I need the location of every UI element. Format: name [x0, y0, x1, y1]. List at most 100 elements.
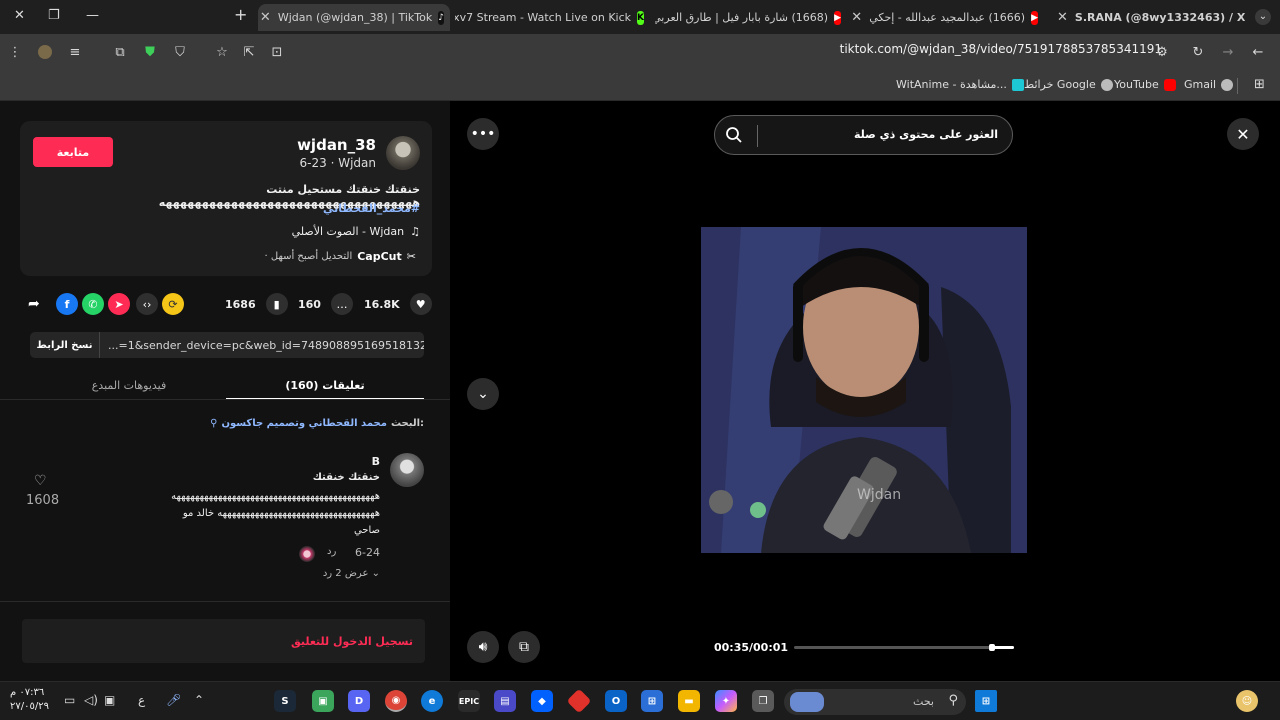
creator-liked-avatar	[299, 546, 315, 562]
menu-icon[interactable]: ⋮	[6, 43, 24, 61]
back-icon[interactable]: →	[1219, 43, 1237, 61]
minimize-window-icon[interactable]: —	[86, 8, 99, 23]
video-player[interactable]: العثور على محتوى ذي صلة Wjdan 00:35/00:0…	[701, 101, 1027, 681]
outlook-icon[interactable]: O	[605, 690, 627, 712]
more-options-button[interactable]: •••	[467, 118, 499, 150]
all-bookmarks-icon[interactable]: ⊞	[1254, 77, 1265, 92]
author-username[interactable]: wjdan_38	[297, 136, 376, 154]
commenter-avatar[interactable]	[390, 453, 424, 487]
view-replies-button[interactable]: عرض 2 رد ⌄	[323, 568, 380, 579]
related-search-query: محمد القحطاني وتصميم جاكسون	[221, 418, 387, 429]
related-search[interactable]: ⚲ محمد القحطاني وتصميم جاكسون البحث:	[210, 418, 424, 429]
copilot-icon[interactable]: ✦	[715, 690, 737, 712]
shield-green-icon[interactable]: ⛊	[141, 43, 159, 61]
floating-player-button[interactable]: ⧉	[508, 631, 540, 663]
translate-icon[interactable]: ⊡	[268, 43, 286, 61]
share-link-text[interactable]: ...=1&sender_device=pc&web_id=7489088951…	[100, 339, 424, 352]
tab-youtube-1668[interactable]: ▶ (1668) شارة بابار فيل | طارق العربي ✕	[655, 4, 847, 31]
share-icon[interactable]: ⇱	[240, 43, 258, 61]
floating-player-icon: ⧉	[519, 639, 529, 655]
media-icon[interactable]: ≡	[66, 43, 84, 61]
forward-icon[interactable]: ←	[1249, 43, 1267, 61]
progress-knob[interactable]	[989, 644, 995, 651]
input-language[interactable]: ع	[138, 693, 145, 707]
comment-action[interactable]: 160 …	[298, 293, 353, 315]
extension-icon[interactable]	[36, 43, 54, 61]
witanime-icon	[1011, 78, 1024, 91]
windows-start-icon[interactable]: ⊞	[975, 690, 997, 712]
network-icon[interactable]: ▣	[104, 693, 115, 707]
tab-youtube-1666[interactable]: ▶ (1666) عبدالمجيد عبدالله - إحكي ✕	[852, 4, 1044, 31]
search-placeholder: العثور على محتوى ذي صلة	[853, 128, 998, 141]
dropbox-icon[interactable]: ◆	[531, 690, 553, 712]
tab-tiktok[interactable]: ♪ Wjdan (@wjdan_38) | TikTok ✕	[258, 4, 450, 31]
video-progress-bar[interactable]	[794, 644, 1014, 651]
epic-games-icon[interactable]: EPIC	[458, 690, 480, 712]
file-explorer-icon[interactable]: ▬	[678, 690, 700, 712]
app-icon[interactable]: ▤	[494, 690, 516, 712]
bookmark-label: خرائط Google	[1024, 78, 1096, 91]
share-whatsapp[interactable]: ✆	[82, 293, 104, 315]
anydesk-icon[interactable]	[566, 688, 592, 714]
related-content-search[interactable]: العثور على محتوى ذي صلة	[714, 115, 1013, 155]
xbox-bar-icon[interactable]: ▣	[312, 690, 334, 712]
steam-icon[interactable]: S	[274, 690, 296, 712]
bookmark-gmail[interactable]: Gmail	[1184, 78, 1234, 91]
follow-button[interactable]: متابعة	[33, 137, 113, 167]
discord-icon[interactable]: D	[348, 690, 370, 712]
restore-window-icon[interactable]: ❐	[48, 8, 60, 23]
reply-button[interactable]: رد	[327, 546, 336, 557]
chrome-icon[interactable]: ◉	[385, 690, 407, 712]
tray-overflow-icon[interactable]: ⌃	[194, 693, 204, 707]
reload-icon[interactable]: ↻	[1189, 43, 1207, 61]
post-music[interactable]: الصوت الأصلي - Wjdan ♫	[292, 225, 420, 238]
task-view-icon[interactable]: ❐	[752, 690, 774, 712]
bookmark-youtube[interactable]: YouTube	[1114, 78, 1176, 91]
notification-icon[interactable]: ☺	[1236, 690, 1258, 712]
author-avatar[interactable]	[386, 136, 420, 170]
share-send[interactable]: ➤	[108, 293, 130, 315]
embed-button[interactable]: ‹›	[136, 293, 158, 315]
tab-kick[interactable]: K Nxv7 Stream - Watch Live on Kick ✕	[455, 4, 650, 31]
next-video-button[interactable]: ⌄	[467, 378, 499, 410]
like-action[interactable]: 16.8K ♥	[364, 293, 432, 315]
post-hashtag[interactable]: #محمد_القحطاني	[323, 202, 420, 215]
capcut-banner[interactable]: · التحديل أصبح أسهل CapCut ✂	[265, 250, 416, 263]
close-tab-icon[interactable]: ✕	[260, 10, 271, 25]
microphone-icon[interactable]: 🎤︎	[166, 693, 181, 707]
close-window-icon[interactable]: ✕	[14, 8, 25, 23]
comment-like-icon[interactable]: ♡	[34, 473, 47, 489]
volume-button[interactable]: 🔊︎	[467, 631, 499, 663]
new-tab-icon[interactable]: +	[234, 5, 247, 24]
speaker-icon[interactable]: ◁)	[84, 693, 98, 707]
tab-search-icon[interactable]: ⌄	[1255, 9, 1271, 25]
bookmark-witanime[interactable]: WitAnime - مشاهدة...	[896, 78, 1024, 91]
edge-icon[interactable]: e	[421, 690, 443, 712]
tab-creator-videos[interactable]: فيديوهات المبدع	[30, 371, 228, 399]
shield-icon[interactable]: ⛉	[171, 43, 189, 61]
close-viewer-button[interactable]: ✕	[1227, 118, 1259, 150]
store-icon[interactable]: ⊞	[641, 690, 663, 712]
address-bar[interactable]: tiktok.com/@wjdan_38/video/7519178853785…	[840, 42, 1162, 56]
tab-comments[interactable]: (160) تعليقات	[226, 371, 424, 399]
system-clock[interactable]: ٠٧:٣٦ م ٢٧/٠٥/٢٩	[10, 686, 49, 714]
login-to-comment-bar[interactable]: تسجيل الدخول للتعليق	[22, 619, 425, 663]
save-action[interactable]: 1686 ▮	[225, 293, 288, 315]
site-settings-icon[interactable]: ⚙	[1153, 43, 1171, 61]
extensions-puzzle-icon[interactable]: ⧉	[111, 43, 129, 61]
close-tab-icon[interactable]: ✕	[852, 10, 862, 25]
commenter-name[interactable]: B	[372, 455, 380, 468]
share-facebook[interactable]: f	[56, 293, 78, 315]
copy-link-button[interactable]: نسخ الرابط	[30, 332, 100, 358]
tab-x[interactable]: ✕ S.RANA (@8wy1332463) / X 𝕏	[1050, 4, 1246, 31]
bookmark-maps[interactable]: خرائط Google	[1024, 78, 1113, 91]
repost-button[interactable]: ⟳	[162, 293, 184, 315]
close-tab-icon[interactable]: ✕	[1057, 10, 1068, 25]
video-frame[interactable]: Wjdan	[701, 227, 1027, 553]
login-to-comment-label: تسجيل الدخول للتعليق	[290, 634, 413, 648]
battery-icon[interactable]: ▭	[64, 693, 75, 707]
star-icon[interactable]: ☆	[213, 43, 231, 61]
share-button[interactable]: ➦	[28, 293, 40, 315]
taskbar-search[interactable]: بحث ⚲	[784, 689, 966, 715]
windows-taskbar: ٠٧:٣٦ م ٢٧/٠٥/٢٩ ▭ ◁) ▣ ع 🎤︎ ⌃ S ▣ D ◉ e…	[0, 681, 1280, 720]
